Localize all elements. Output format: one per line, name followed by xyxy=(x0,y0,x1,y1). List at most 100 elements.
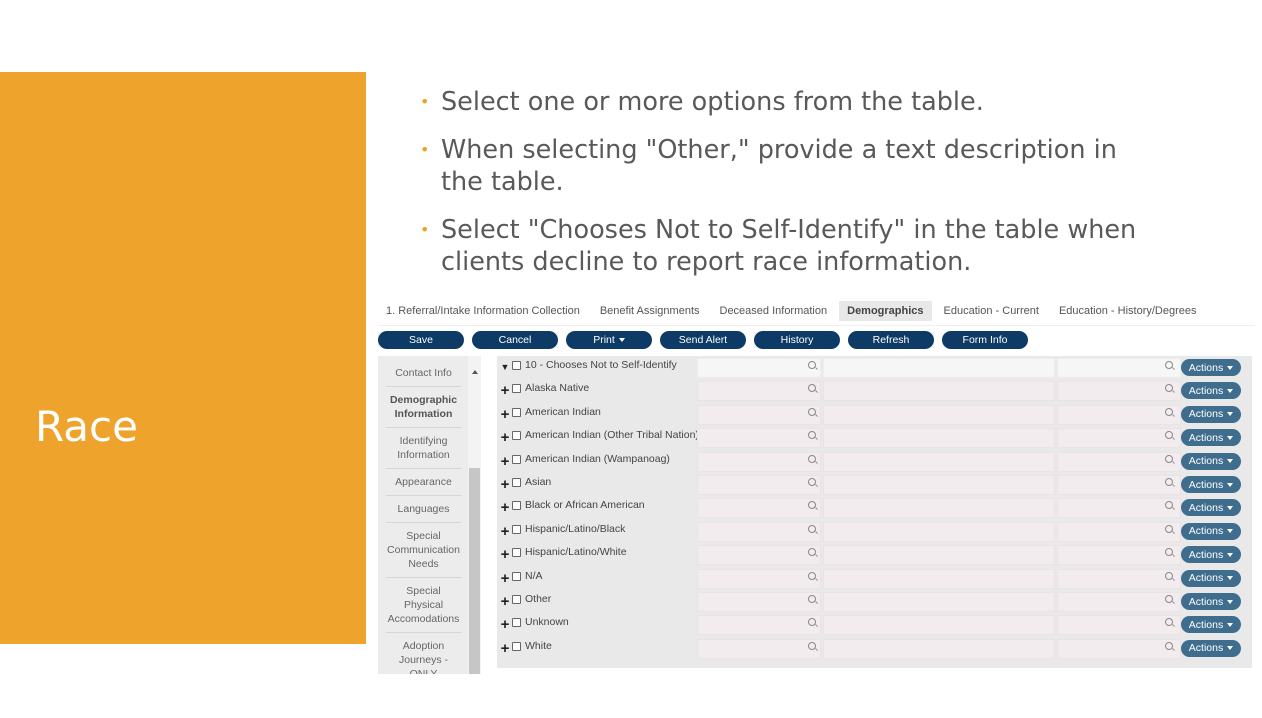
sidebar-item-identifying-information[interactable]: Identifying Information xyxy=(386,428,461,469)
row-checkbox[interactable] xyxy=(512,501,521,511)
expand-plus-icon[interactable]: + xyxy=(499,547,511,562)
row-input-cell[interactable] xyxy=(1057,615,1181,636)
sidebar-item-appearance[interactable]: Appearance xyxy=(386,469,461,496)
row-input-cell[interactable] xyxy=(823,381,1055,402)
row-input-cell[interactable] xyxy=(697,592,821,612)
expand-plus-icon[interactable]: + xyxy=(499,407,511,422)
send-alert-button[interactable]: Send Alert xyxy=(660,331,746,349)
cancel-button[interactable]: Cancel xyxy=(472,331,558,349)
row-checkbox[interactable] xyxy=(512,571,521,581)
row-input-cell[interactable] xyxy=(823,358,1055,378)
row-input-cell[interactable] xyxy=(697,381,821,402)
sidebar-item-special-communication-needs[interactable]: Special Communication Needs xyxy=(386,523,461,578)
row-input-cell[interactable] xyxy=(1057,451,1181,472)
row-input-cell[interactable] xyxy=(1057,568,1181,589)
row-input-cell[interactable] xyxy=(697,545,821,566)
row-checkbox[interactable] xyxy=(512,524,521,534)
row-input-cell[interactable] xyxy=(1057,521,1181,542)
row-input-cell[interactable] xyxy=(823,428,1055,449)
expand-plus-icon[interactable]: + xyxy=(499,383,511,398)
scroll-up-icon[interactable] xyxy=(472,370,478,374)
history-button[interactable]: History xyxy=(754,331,840,349)
actions-button[interactable]: Actions xyxy=(1181,616,1241,634)
row-input-cell[interactable] xyxy=(823,404,1055,425)
row-input-cell[interactable] xyxy=(823,475,1055,495)
tab-education-history[interactable]: Education - History/Degrees xyxy=(1051,301,1205,321)
row-input-cell[interactable] xyxy=(823,638,1055,659)
row-input-cell[interactable] xyxy=(697,638,821,659)
row-input-cell[interactable] xyxy=(697,615,821,636)
row-input-cell[interactable] xyxy=(1057,638,1181,659)
row-input-cell[interactable] xyxy=(697,568,821,589)
expand-plus-icon[interactable]: + xyxy=(499,430,511,445)
actions-button[interactable]: Actions xyxy=(1181,522,1241,540)
row-input-cell[interactable] xyxy=(1057,545,1181,566)
row-input-cell[interactable] xyxy=(1057,592,1181,612)
sidebar-item-adoption-journeys[interactable]: Adoption Journeys - ONLY xyxy=(386,633,461,674)
row-input-cell[interactable] xyxy=(1057,498,1181,519)
search-icon[interactable] xyxy=(1165,454,1173,463)
search-icon[interactable] xyxy=(1165,618,1173,627)
tab-education-current[interactable]: Education - Current xyxy=(936,301,1047,321)
search-icon[interactable] xyxy=(808,407,816,416)
expand-plus-icon[interactable]: + xyxy=(499,454,511,469)
row-input-cell[interactable] xyxy=(823,521,1055,542)
actions-button[interactable]: Actions xyxy=(1181,593,1241,610)
search-icon[interactable] xyxy=(808,501,816,510)
search-icon[interactable] xyxy=(1165,478,1173,486)
row-input-cell[interactable] xyxy=(697,475,821,495)
expand-plus-icon[interactable]: + xyxy=(499,617,511,632)
row-input-cell[interactable] xyxy=(1057,358,1181,378)
search-icon[interactable] xyxy=(808,571,816,580)
refresh-button[interactable]: Refresh xyxy=(848,331,934,349)
sidebar-item-languages[interactable]: Languages xyxy=(386,496,461,523)
row-checkbox[interactable] xyxy=(512,595,521,604)
actions-button[interactable]: Actions xyxy=(1181,639,1241,657)
actions-button[interactable]: Actions xyxy=(1181,382,1241,400)
row-input-cell[interactable] xyxy=(697,521,821,542)
row-input-cell[interactable] xyxy=(697,404,821,425)
row-checkbox[interactable] xyxy=(512,618,521,628)
print-button[interactable]: Print xyxy=(566,331,652,349)
save-button[interactable]: Save xyxy=(378,331,464,349)
collapse-icon[interactable]: ▼ xyxy=(499,360,511,374)
row-input-cell[interactable] xyxy=(1057,381,1181,402)
form-info-button[interactable]: Form Info xyxy=(942,331,1028,349)
expand-plus-icon[interactable]: + xyxy=(499,571,511,586)
search-icon[interactable] xyxy=(1165,431,1173,440)
row-checkbox[interactable] xyxy=(512,361,521,370)
actions-button[interactable]: Actions xyxy=(1181,499,1241,517)
search-icon[interactable] xyxy=(808,384,816,393)
search-icon[interactable] xyxy=(1165,571,1173,580)
row-input-cell[interactable] xyxy=(697,498,821,519)
sidebar-item-contact-info[interactable]: Contact Info xyxy=(386,360,461,387)
row-input-cell[interactable] xyxy=(697,358,821,378)
scrollbar-thumb[interactable] xyxy=(469,468,480,674)
actions-button[interactable]: Actions xyxy=(1181,476,1241,493)
actions-button[interactable]: Actions xyxy=(1181,359,1241,376)
sidebar-item-special-physical-accomodations[interactable]: Special Physical Accomodations xyxy=(386,578,461,633)
expand-plus-icon[interactable]: + xyxy=(499,594,511,609)
row-checkbox[interactable] xyxy=(512,641,521,651)
expand-plus-icon[interactable]: + xyxy=(499,477,511,492)
actions-button[interactable]: Actions xyxy=(1181,569,1241,587)
search-icon[interactable] xyxy=(808,641,816,650)
search-icon[interactable] xyxy=(1165,524,1173,533)
tab-demographics[interactable]: Demographics xyxy=(839,300,932,321)
row-input-cell[interactable] xyxy=(697,451,821,472)
search-icon[interactable] xyxy=(1165,548,1173,557)
row-input-cell[interactable] xyxy=(823,615,1055,636)
search-icon[interactable] xyxy=(808,524,816,533)
actions-button[interactable]: Actions xyxy=(1181,452,1241,470)
actions-button[interactable]: Actions xyxy=(1181,546,1241,564)
row-checkbox[interactable] xyxy=(512,431,521,441)
row-checkbox[interactable] xyxy=(512,454,521,464)
row-input-cell[interactable] xyxy=(1057,428,1181,449)
search-icon[interactable] xyxy=(808,454,816,463)
actions-button[interactable]: Actions xyxy=(1181,405,1241,423)
tab-benefit-assignments[interactable]: Benefit Assignments xyxy=(592,301,708,321)
tab-deceased-information[interactable]: Deceased Information xyxy=(712,301,836,321)
search-icon[interactable] xyxy=(1165,501,1173,510)
search-icon[interactable] xyxy=(808,595,816,603)
row-input-cell[interactable] xyxy=(823,568,1055,589)
